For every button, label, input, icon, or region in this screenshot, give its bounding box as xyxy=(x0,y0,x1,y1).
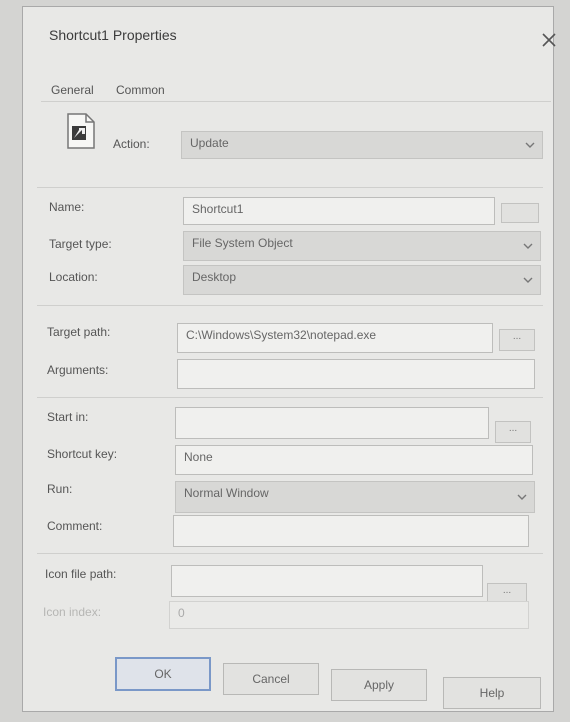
target-path-browse-button[interactable]: ... xyxy=(499,329,535,351)
properties-dialog: Shortcut1 Properties General Common Acti… xyxy=(22,6,557,712)
icon-file-path-browse-button[interactable]: ... xyxy=(487,583,527,603)
help-button[interactable]: Help xyxy=(443,677,541,709)
target-path-label: Target path: xyxy=(47,325,111,339)
action-label: Action: xyxy=(113,137,150,151)
chevron-down-icon xyxy=(522,274,534,286)
cancel-button[interactable]: Cancel xyxy=(223,663,319,695)
comment-label: Comment: xyxy=(47,519,103,533)
shortcut-key-label: Shortcut key: xyxy=(47,447,118,461)
location-select[interactable]: Desktop xyxy=(183,265,541,295)
chevron-down-icon xyxy=(524,139,536,151)
separator xyxy=(37,397,543,398)
chevron-down-icon xyxy=(522,240,534,252)
start-in-browse-button[interactable]: ... xyxy=(495,421,531,443)
icon-file-path-label: Icon file path: xyxy=(45,567,117,581)
name-label: Name: xyxy=(49,200,85,214)
separator xyxy=(37,553,543,554)
run-select[interactable]: Normal Window xyxy=(175,481,535,513)
run-label: Run: xyxy=(47,482,73,496)
separator xyxy=(37,305,543,306)
name-color-button[interactable] xyxy=(501,203,539,223)
target-type-select[interactable]: File System Object xyxy=(183,231,541,261)
shortcut-key-input[interactable]: None xyxy=(175,445,533,475)
arguments-label: Arguments: xyxy=(47,363,109,377)
arguments-input[interactable] xyxy=(177,359,535,389)
target-type-value: File System Object xyxy=(192,236,293,250)
tab-divider xyxy=(41,101,551,102)
run-value: Normal Window xyxy=(184,486,269,500)
dialog-title: Shortcut1 Properties xyxy=(49,27,177,43)
icon-index-label: Icon index: xyxy=(43,605,102,619)
tab-general[interactable]: General xyxy=(51,83,94,97)
action-select[interactable]: Update xyxy=(181,131,543,159)
target-path-input[interactable]: C:\Windows\System32\notepad.exe xyxy=(177,323,493,353)
separator xyxy=(37,187,543,188)
start-in-label: Start in: xyxy=(47,410,89,424)
apply-button[interactable]: Apply xyxy=(331,669,427,701)
start-in-input[interactable] xyxy=(175,407,489,439)
name-input[interactable]: Shortcut1 xyxy=(183,197,495,225)
comment-input[interactable] xyxy=(173,515,529,547)
icon-index-input[interactable]: 0 xyxy=(169,601,529,629)
tab-common[interactable]: Common xyxy=(116,83,165,97)
close-icon[interactable] xyxy=(541,31,557,54)
shortcut-file-icon xyxy=(66,112,96,150)
target-type-label: Target type: xyxy=(49,237,112,251)
ok-button[interactable]: OK xyxy=(115,657,211,691)
chevron-down-icon xyxy=(516,491,528,503)
location-value: Desktop xyxy=(192,270,237,284)
action-value: Update xyxy=(190,136,229,150)
icon-file-path-input[interactable] xyxy=(171,565,483,597)
location-label: Location: xyxy=(49,270,98,284)
